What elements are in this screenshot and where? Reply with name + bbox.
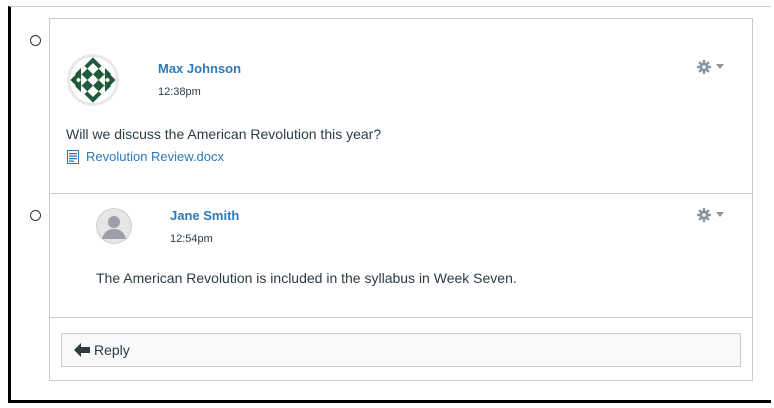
post-time: 12:54pm xyxy=(170,233,213,245)
reply-arrow-icon xyxy=(74,343,90,357)
entry-bullet xyxy=(30,35,41,46)
patterned-avatar-icon xyxy=(67,54,119,106)
entry-settings-menu[interactable] xyxy=(697,208,724,222)
avatar[interactable] xyxy=(67,54,119,106)
default-user-avatar-icon xyxy=(96,208,132,244)
gear-icon xyxy=(697,208,711,222)
entry-bullet xyxy=(30,210,41,221)
author-name[interactable]: Max Johnson xyxy=(158,61,241,76)
avatar[interactable] xyxy=(96,208,132,244)
entry-message: Will we discuss the American Revolution … xyxy=(66,126,382,142)
divider xyxy=(50,193,752,194)
post-time: 12:38pm xyxy=(158,86,201,98)
attachment-link[interactable]: Revolution Review.docx xyxy=(66,149,224,164)
entry-settings-menu[interactable] xyxy=(697,60,724,74)
chevron-down-icon xyxy=(716,212,724,217)
reply-button[interactable]: Reply xyxy=(61,333,741,367)
chevron-down-icon xyxy=(716,64,724,69)
attachment-name: Revolution Review.docx xyxy=(86,149,225,164)
divider xyxy=(50,317,752,318)
discussion-thread: Max Johnson 12:38pm Will we discuss the … xyxy=(49,18,753,381)
document-icon xyxy=(67,149,79,164)
gear-icon xyxy=(697,60,711,74)
reply-label: Reply xyxy=(94,342,130,358)
entry-message: The American Revolution is included in t… xyxy=(96,270,517,286)
author-name[interactable]: Jane Smith xyxy=(170,208,239,223)
